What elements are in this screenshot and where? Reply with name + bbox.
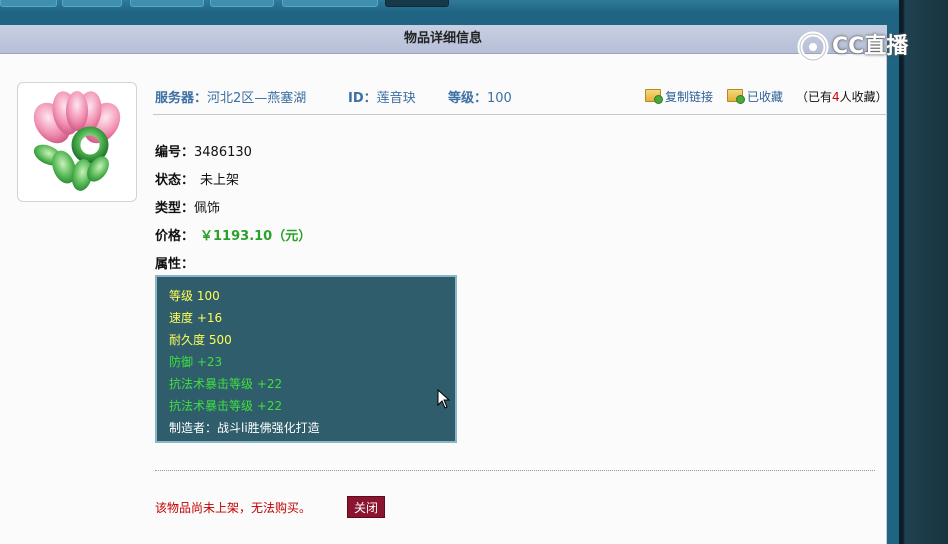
attribute-maker: 制造者：战斗li胜佛强化打造 [169, 421, 320, 435]
item-image [17, 82, 137, 202]
level-value: 100 [487, 91, 512, 106]
id-info: ID：莲音玦 [348, 87, 416, 106]
close-button[interactable]: 关闭 [347, 496, 385, 518]
fav-prefix: （已有 [796, 90, 833, 104]
server-label: 服务器： [155, 91, 208, 106]
fav-count-number: 4 [832, 90, 840, 104]
mouse-cursor-icon [437, 389, 451, 409]
attributes-row: 属性： [155, 253, 194, 272]
type-value: 佩饰 [194, 201, 221, 216]
cc-logo-icon [797, 31, 829, 63]
purchase-notice: 该物品尚未上架，无法购买。 [155, 501, 312, 515]
favorited-button[interactable]: 已收藏 [727, 88, 783, 105]
watermark-text: CC直播 [832, 34, 909, 59]
price-row: 价格： ￥1193.10（元） [155, 225, 311, 244]
top-tab[interactable] [282, 0, 378, 7]
fav-suffix: 人收藏） [839, 90, 888, 104]
attribute-line: 耐久度 500 [169, 333, 232, 347]
server-info: 服务器：河北2区—燕塞湖 [155, 87, 306, 106]
top-tab[interactable] [130, 0, 204, 7]
number-value: 3486130 [194, 145, 252, 160]
id-value: 莲音玦 [376, 91, 416, 106]
attribute-line: 防御 +23 [169, 355, 223, 369]
attribute-line: 等级 100 [169, 289, 220, 303]
window-right-border [899, 0, 948, 544]
status-value: 未上架 [200, 173, 240, 188]
attribute-line: 速度 +16 [169, 311, 223, 325]
top-tab[interactable] [210, 0, 274, 7]
copy-link-label: 复制链接 [665, 90, 714, 104]
top-tab[interactable] [0, 0, 57, 7]
number-row: 编号：3486130 [155, 141, 252, 160]
server-value: 河北2区—燕塞湖 [207, 91, 307, 106]
copy-link-button[interactable]: 复制链接 [645, 88, 713, 105]
top-tab-active[interactable] [385, 0, 449, 7]
header-divider [153, 114, 886, 115]
top-tab[interactable] [62, 0, 122, 7]
type-label: 类型： [155, 201, 195, 216]
attributes-label: 属性： [155, 257, 195, 272]
type-row: 类型：佩饰 [155, 197, 220, 216]
dotted-divider [155, 470, 875, 471]
favorite-folder-icon [727, 89, 745, 104]
level-label: 等级： [448, 91, 488, 106]
favorite-count: （已有4人收藏） [796, 88, 888, 105]
attributes-box: 等级 100 速度 +16 耐久度 500 防御 +23 抗法术暴击等级 +22… [155, 275, 457, 443]
level-info: 等级：100 [448, 87, 512, 106]
panel-title: 物品详细信息 [0, 25, 886, 54]
number-label: 编号： [155, 145, 195, 160]
cc-live-watermark: CC直播 [796, 30, 908, 64]
price-value: ￥1193.10（元） [200, 229, 312, 244]
price-label: 价格： [155, 229, 195, 244]
attribute-line: 抗法术暴击等级 +22 [169, 377, 283, 391]
status-row: 状态： 未上架 [155, 169, 239, 188]
lotus-pendant-icon [33, 91, 121, 191]
copy-link-icon [645, 89, 663, 104]
top-tab-strip [0, 0, 900, 13]
status-label: 状态： [155, 173, 195, 188]
favorited-label: 已收藏 [747, 90, 784, 104]
attribute-line: 抗法术暴击等级 +22 [169, 399, 283, 413]
id-label: ID： [348, 91, 377, 106]
